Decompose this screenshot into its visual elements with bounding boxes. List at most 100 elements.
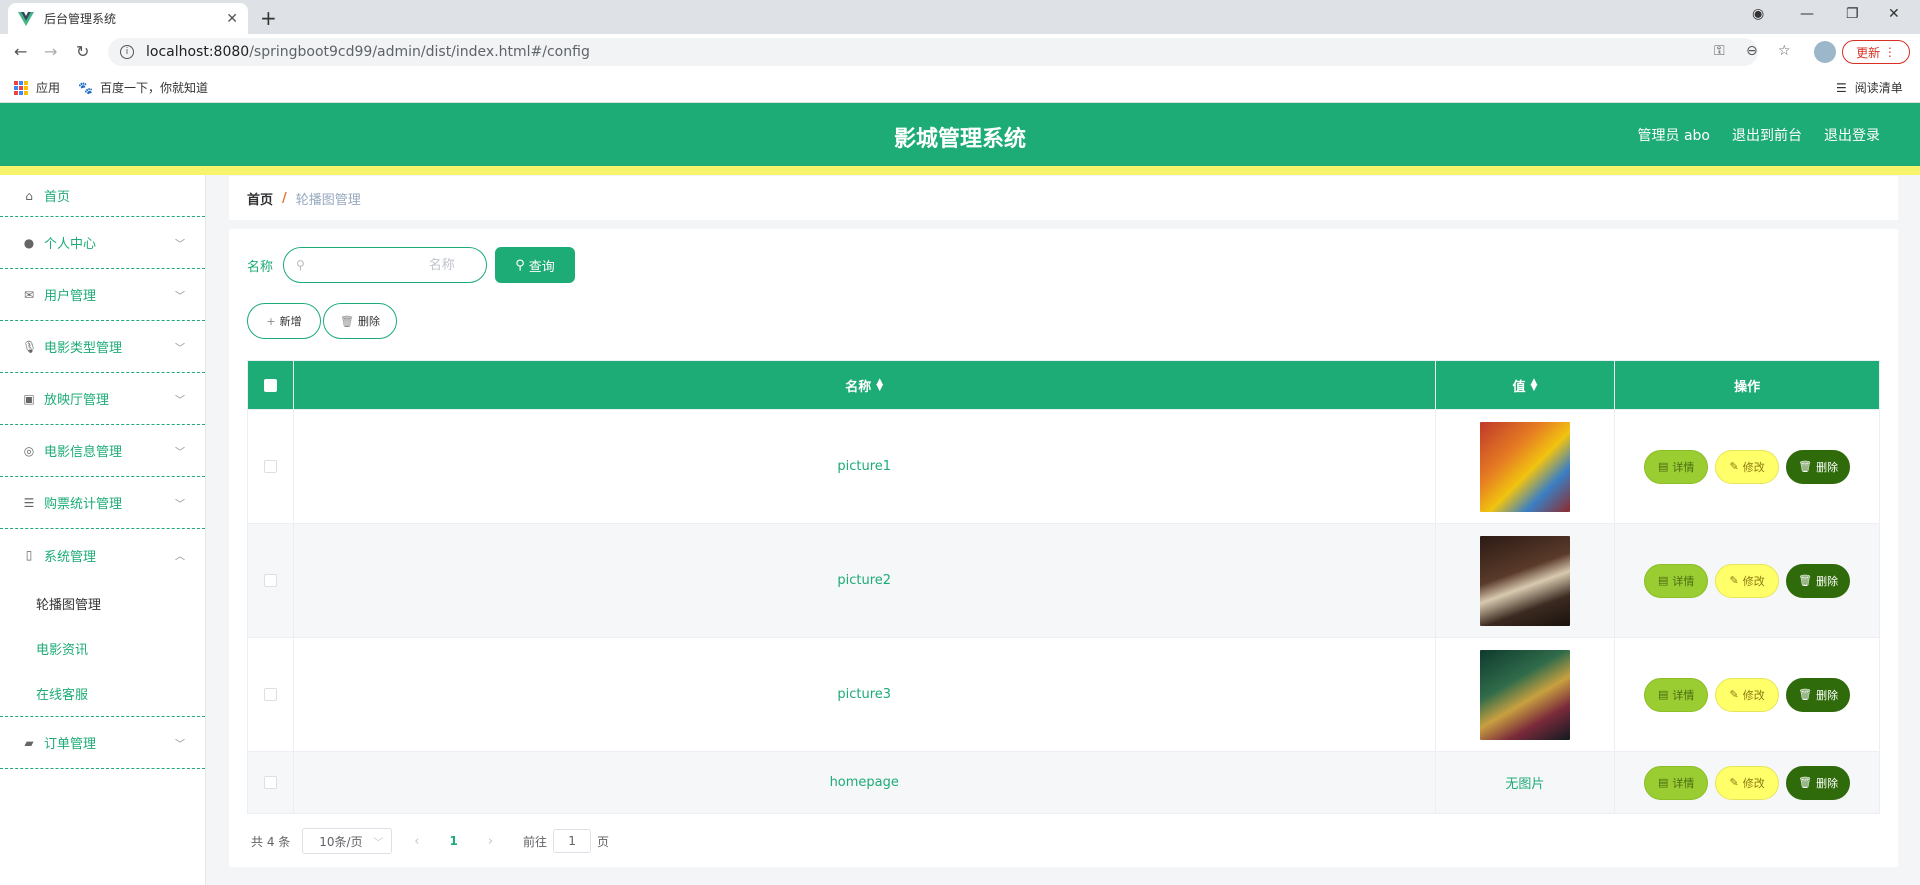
delete-button[interactable]: 🗑 删除 [1786,765,1851,800]
value-cell: 无图片 [1436,752,1616,813]
row-checkbox[interactable] [263,688,277,701]
sidebar-subitem-label: 轮播图管理 [36,598,102,613]
search-row: 名称 ⚲ ⚲ 查询 [247,247,576,283]
detail-label: 详情 [1672,460,1695,474]
edit-button[interactable]: ✎ 修改 [1715,677,1780,712]
forward-icon[interactable]: → [44,42,57,61]
zoom-icon[interactable]: ⊖ [1746,43,1758,59]
prev-page-icon[interactable]: ‹ [414,834,419,849]
row-checkbox[interactable] [263,776,277,789]
sidebar-item-movie-info[interactable]: ◎ 电影信息管理 ﹀ [0,425,205,477]
sort-icon[interactable]: ▲ ▼ [1530,378,1537,393]
reading-list[interactable]: ☰ 阅读清单 [1836,79,1903,96]
header-links: 管理员 abo 退出到前台 退出登录 [1638,125,1880,145]
sidebar-item-label: 电影信息管理 [44,445,123,460]
search-input[interactable] [304,257,455,273]
detail-label: 详情 [1672,688,1695,702]
sidebar-item-label: 个人中心 [44,237,97,252]
bookmark-baidu[interactable]: 🐾 百度一下，你就知道 [78,79,208,96]
reading-list-icon: ☰ [1836,80,1847,95]
row-checkbox[interactable] [263,574,277,587]
key-icon[interactable]: ⚿ [1714,43,1725,59]
detail-button[interactable]: ▤ 详情 [1644,677,1709,712]
name-cell: picture1 [294,410,1436,523]
update-button[interactable]: 更新 ⋮ [1842,40,1910,64]
tab-search-icon[interactable]: ◉ [1752,6,1764,22]
sidebar-item-users[interactable]: ✉ 用户管理 ﹀ [0,269,205,321]
update-label: 更新 [1856,45,1881,60]
edit-button[interactable]: ✎ 修改 [1715,563,1780,598]
chevron-down-icon: ﹀ [373,837,384,849]
star-icon[interactable]: ☆ [1778,43,1791,59]
pencil-icon: ✎ [1729,460,1739,473]
ops-cell: ▤ 详情 ✎ 修改 🗑 删除 [1615,638,1879,751]
back-to-front-link[interactable]: 退出到前台 [1732,125,1802,145]
url-field[interactable]: i localhost:8080/springboot9cd99/admin/d… [108,38,1758,66]
chevron-down-icon: ﹀ [175,239,185,250]
sidebar-subitem-carousel[interactable]: 轮播图管理 [0,581,205,626]
query-label: 查询 [528,259,555,275]
delete-button[interactable]: 🗑 删除 [1786,563,1851,598]
browser-tab[interactable]: 后台管理系统 ✕ [8,3,248,34]
next-page-icon[interactable]: › [488,834,493,849]
info-icon[interactable]: i [120,45,134,59]
logout-link[interactable]: 退出登录 [1824,125,1880,145]
search-field[interactable]: ⚲ [283,247,488,283]
row-checkbox-cell [248,752,294,813]
mic-icon: 🎙 [22,339,38,354]
header-value[interactable]: 值 ▲ ▼ [1436,361,1616,409]
edit-button[interactable]: ✎ 修改 [1715,765,1780,800]
trash-icon: 🗑 [1798,460,1813,473]
sidebar-item-ticket-stats[interactable]: ☰ 购票统计管理 ﹀ [0,477,205,529]
sidebar-item-label: 系统管理 [44,549,97,565]
goto-prefix: 前往 [523,834,548,849]
select-all-checkbox[interactable] [263,378,277,392]
table-row: picture1 ▤ 详情 ✎ 修改 🗑 删除 [248,409,1879,523]
sidebar-item-orders[interactable]: ▰ 订单管理 ﹀ [0,717,205,769]
trash-icon: 🗑 [1798,776,1813,789]
total-count: 共 4 条 [251,834,291,849]
sidebar-item-home[interactable]: ⌂ 首页 [0,175,205,217]
window-close-icon[interactable]: ✕ [1888,6,1900,22]
tab-close-icon[interactable]: ✕ [226,11,238,27]
sidebar-item-personal[interactable]: ● 个人中心 ﹀ [0,217,205,269]
sort-icon[interactable]: ▲ ▼ [876,378,883,393]
sidebar-item-system[interactable]: ▯ 系统管理 ︿ [0,529,205,581]
baidu-paw-icon: 🐾 [78,80,93,95]
phone-icon: ▯ [25,548,33,562]
add-button[interactable]: + 新增 [247,303,321,339]
restore-icon[interactable]: ❐ [1846,6,1859,22]
row-actions: ▤ 详情 ✎ 修改 🗑 删除 [1644,677,1851,712]
row-checkbox[interactable] [263,460,277,473]
detail-button[interactable]: ▤ 详情 [1644,563,1709,598]
sidebar-item-halls[interactable]: ▣ 放映厅管理 ﹀ [0,373,205,425]
page-size-select[interactable]: 10条/页 ﹀ [302,828,393,854]
bookmark-apps[interactable]: 应用 [14,79,60,96]
minimize-icon[interactable]: — [1800,6,1814,22]
detail-button[interactable]: ▤ 详情 [1644,449,1709,484]
back-icon[interactable]: ← [14,42,27,61]
table-row: picture2 ▤ 详情 ✎ 修改 🗑 删除 [248,523,1879,637]
bookmark-label: 百度一下，你就知道 [100,81,209,95]
goto-suffix: 页 [597,834,610,849]
profile-avatar[interactable] [1814,41,1836,63]
batch-delete-button[interactable]: 🗑 删除 [323,303,397,339]
search-label: 名称 [247,259,274,275]
chevron-down-icon: ﹀ [175,739,185,750]
sidebar-subitem-news[interactable]: 电影资讯 [0,626,205,671]
sidebar-item-movie-types[interactable]: 🎙 电影类型管理 ﹀ [0,321,205,373]
carousel-image [1479,535,1570,626]
goto-page-input[interactable]: 1 [553,829,592,853]
query-button[interactable]: ⚲ 查询 [495,247,576,283]
breadcrumb-home[interactable]: 首页 [247,189,273,208]
detail-button[interactable]: ▤ 详情 [1644,765,1709,800]
admin-user: 管理员 abo [1637,128,1710,144]
delete-button[interactable]: 🗑 删除 [1786,449,1851,484]
delete-button[interactable]: 🗑 删除 [1786,677,1851,712]
header-name[interactable]: 名称 ▲ ▼ [294,361,1436,409]
sidebar-subitem-support[interactable]: 在线客服 [0,671,205,716]
page-number[interactable]: 1 [449,834,457,848]
edit-button[interactable]: ✎ 修改 [1715,449,1780,484]
new-tab-icon[interactable]: + [260,6,277,30]
reload-icon[interactable]: ↻ [76,42,89,61]
